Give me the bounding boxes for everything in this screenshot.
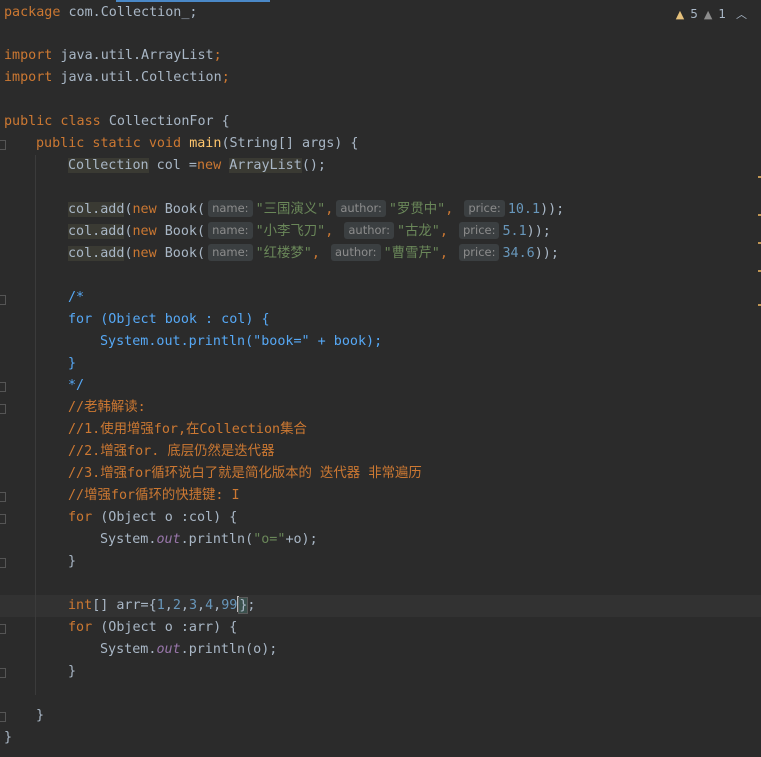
fold-marker[interactable] bbox=[0, 295, 6, 305]
code-line-comment: //老韩解读: bbox=[68, 400, 146, 415]
code-line-comment: //2.增强for. 底层仍然是迭代器 bbox=[68, 444, 275, 459]
code-line-for: for (Object o :col) { bbox=[68, 510, 238, 525]
code-line-block-comment: for (Object book : col) { bbox=[68, 312, 270, 327]
fold-marker[interactable] bbox=[0, 514, 6, 524]
code-line-brace: } bbox=[68, 664, 77, 679]
code-editor[interactable]: package com.Collection_; import java.uti… bbox=[0, 0, 761, 757]
code-line-arr-decl: int[] arr={1,2,3,4,99}; bbox=[68, 596, 256, 614]
fold-marker[interactable] bbox=[0, 140, 6, 150]
code-line-class: public class CollectionFor { bbox=[4, 114, 230, 129]
code-line-println: System.out.println("o="+o); bbox=[100, 532, 318, 547]
code-line-add-book: col.add(new Book(name: "三国演义", author: "罗贯中… bbox=[68, 200, 565, 217]
fold-marker[interactable] bbox=[0, 668, 6, 678]
fold-marker[interactable] bbox=[0, 382, 6, 392]
code-line-println: System.out.println(o); bbox=[100, 642, 278, 657]
code-line-comment: //增强for循环的快捷键: I bbox=[68, 488, 240, 503]
fold-marker[interactable] bbox=[0, 712, 6, 722]
code-line-add-book: col.add(new Book(name: "小李飞刀", author: "古龙… bbox=[68, 222, 551, 239]
code-line-comment: //1.使用增强for,在Collection集合 bbox=[68, 422, 307, 437]
code-line-main: public static void main(String[] args) { bbox=[36, 136, 359, 151]
code-line-brace: } bbox=[4, 730, 13, 745]
code-line-block-comment: } bbox=[68, 356, 77, 371]
fold-marker[interactable] bbox=[0, 624, 6, 634]
code-line-block-comment: System.out.println("book=" + book); bbox=[100, 334, 383, 349]
code-line-for: for (Object o :arr) { bbox=[68, 620, 238, 635]
code-line-add-book: col.add(new Book(name: "红楼梦", author: "曹雪芹… bbox=[68, 244, 559, 261]
code-line-comment: //3.增强for循环说白了就是简化版本的 迭代器 非常遍历 bbox=[68, 466, 422, 481]
code-line-package: package com.Collection_; bbox=[4, 5, 198, 20]
package-name: com.Collection_; bbox=[68, 5, 198, 20]
fold-marker[interactable] bbox=[0, 404, 6, 414]
code-line-block-comment: /* bbox=[68, 290, 85, 305]
code-line-brace: } bbox=[68, 554, 77, 569]
code-line-col-decl: Collection col =new ArrayList(); bbox=[68, 158, 326, 173]
code-line-brace: } bbox=[36, 708, 45, 723]
indent-guide bbox=[35, 155, 36, 695]
fold-marker[interactable] bbox=[0, 558, 6, 568]
fold-marker[interactable] bbox=[0, 492, 6, 502]
code-line-import: import java.util.Collection; bbox=[4, 70, 230, 85]
code-line-import: import java.util.ArrayList; bbox=[4, 48, 222, 63]
code-line-block-comment: */ bbox=[68, 378, 85, 393]
